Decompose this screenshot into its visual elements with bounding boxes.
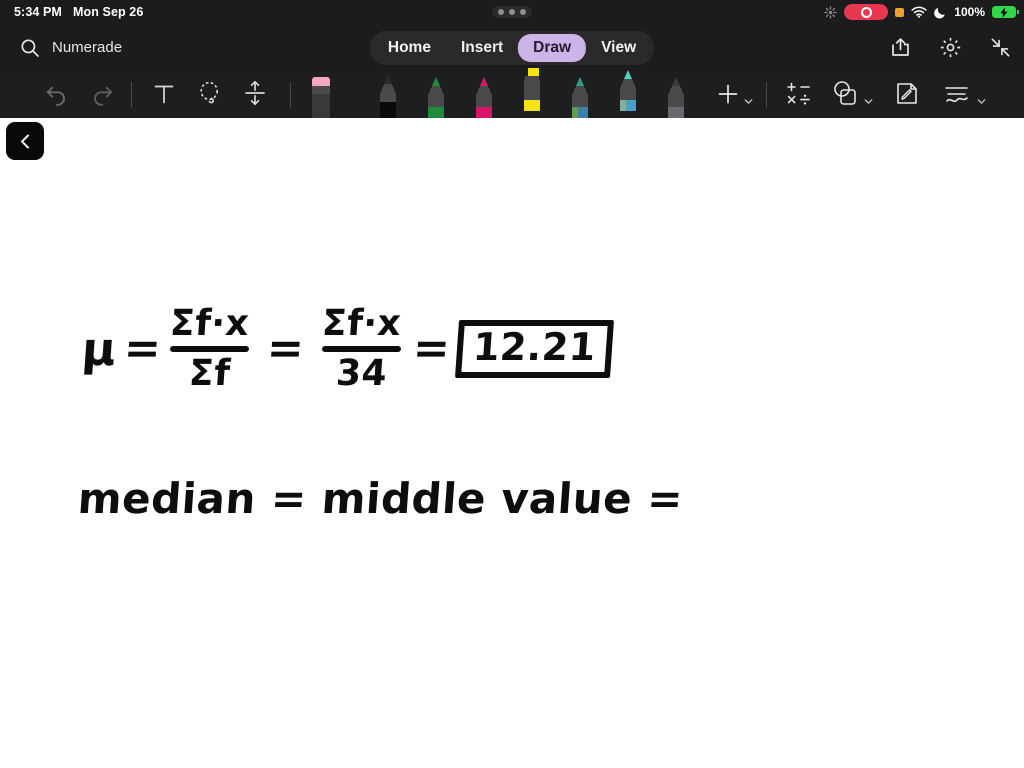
do-not-disturb-moon-icon	[934, 6, 947, 19]
highlighter-tool-yellow[interactable]	[517, 67, 547, 111]
shapes-icon[interactable]	[832, 80, 858, 106]
battery-percent: 100%	[954, 5, 985, 19]
pen-tool-pink[interactable]	[469, 74, 499, 118]
pen-tool-gray[interactable]	[661, 74, 691, 118]
chevron-down-icon[interactable]	[977, 97, 986, 106]
ink-fraction-1-bar	[169, 346, 249, 353]
status-bar-right: 100%	[824, 0, 1019, 24]
search-icon[interactable]	[20, 38, 40, 58]
ink-equals-2: =	[265, 323, 307, 375]
tab-view[interactable]: View	[586, 34, 651, 62]
microphone-in-use-icon	[895, 7, 905, 17]
ink-mu: μ	[80, 322, 119, 377]
wifi-icon	[911, 6, 927, 18]
multitask-handle[interactable]	[492, 6, 532, 18]
ink-fraction-2: Σf·x 34	[320, 303, 403, 395]
battery-icon	[992, 5, 1019, 19]
back-chevron-button[interactable]	[6, 122, 44, 160]
ink-squiggle-icon[interactable]	[944, 84, 971, 106]
add-pen-icon[interactable]	[716, 82, 740, 106]
ribbon-divider	[131, 82, 132, 108]
note-canvas[interactable]: μ = Σf·x Σf = Σf·x 34 = 12.21 median = m…	[0, 118, 1024, 768]
math-symbols-icon[interactable]	[786, 81, 811, 106]
ink-fraction-2-bar	[322, 346, 402, 353]
text-tool-icon[interactable]	[153, 82, 175, 106]
collapse-icon[interactable]	[989, 36, 1012, 59]
chevron-down-icon[interactable]	[864, 97, 873, 106]
draw-ribbon	[0, 68, 1024, 118]
pen-tool-teal[interactable]	[565, 74, 595, 118]
handwritten-line-2: median = middle value =	[76, 474, 685, 523]
insert-space-icon[interactable]	[243, 80, 267, 106]
handwritten-equation-line-1: μ = Σf·x Σf = Σf·x 34 = 12.21	[80, 303, 614, 395]
ink-fraction-2-denominator: 34	[334, 353, 389, 395]
tab-insert[interactable]: Insert	[446, 34, 518, 62]
title-bar: Numerade Home Insert Draw View	[0, 24, 1024, 71]
recording-dot	[860, 6, 872, 18]
status-time: 5:34 PM	[14, 5, 62, 19]
screen-mirroring-icon	[824, 5, 837, 19]
ribbon-tabs: Home Insert Draw View	[369, 30, 655, 65]
chevron-left-icon	[20, 134, 29, 148]
ink-equals-1: =	[122, 323, 164, 375]
ribbon-divider	[290, 82, 291, 108]
share-icon[interactable]	[889, 36, 912, 59]
ink-fraction-1-numerator: Σf·x	[168, 303, 251, 344]
tablet-screen: 5:34 PM Mon Sep 26 100% Numerade Home In…	[0, 0, 1024, 768]
status-bar: 5:34 PM Mon Sep 26 100%	[0, 0, 1024, 24]
undo-icon[interactable]	[44, 81, 69, 106]
title-bar-actions	[889, 36, 1012, 59]
handle-dot	[509, 9, 515, 15]
ribbon-divider	[766, 82, 767, 108]
chevron-down-icon[interactable]	[744, 97, 753, 106]
ink-boxed-result: 12.21	[454, 320, 614, 379]
tab-draw[interactable]: Draw	[518, 33, 587, 62]
lasso-select-icon[interactable]	[197, 80, 223, 106]
ink-fraction-1-denominator: Σf	[187, 353, 232, 395]
sticky-note-edit-icon[interactable]	[895, 81, 920, 106]
pen-tool-black[interactable]	[373, 74, 403, 118]
redo-icon[interactable]	[90, 81, 115, 106]
pen-tool-green[interactable]	[421, 74, 451, 118]
recording-indicator[interactable]	[844, 4, 889, 20]
document-chip[interactable]: Numerade	[12, 34, 130, 62]
gear-icon[interactable]	[939, 36, 962, 59]
pen-tool-cyan[interactable]	[613, 67, 643, 111]
ink-fraction-1: Σf·x Σf	[168, 303, 251, 395]
handle-dot	[520, 9, 526, 15]
status-date: Mon Sep 26	[72, 5, 144, 19]
tab-home[interactable]: Home	[373, 34, 446, 62]
ink-fraction-2-numerator: Σf·x	[320, 303, 403, 344]
handle-dot	[498, 9, 504, 15]
document-title: Numerade	[52, 39, 123, 56]
ink-equals-3: =	[411, 323, 453, 375]
eraser-tool[interactable]	[306, 74, 336, 118]
status-bar-left: 5:34 PM Mon Sep 26	[0, 5, 143, 19]
